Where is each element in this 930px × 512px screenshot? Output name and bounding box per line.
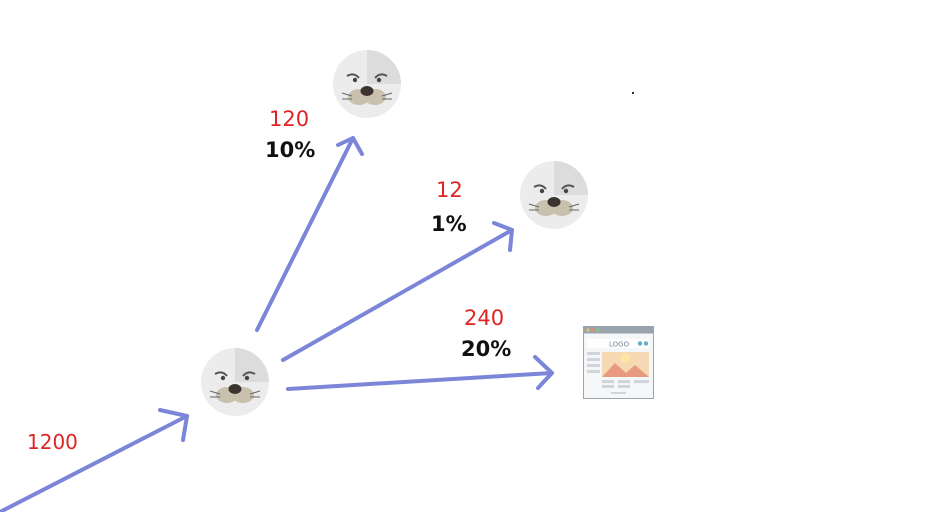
seal-top-count-label: 120 [269, 107, 310, 131]
seal-mid-percent-label: 1% [431, 212, 467, 236]
stray-dot [632, 92, 634, 94]
webpage-logo-text: LOGO [609, 341, 630, 349]
seal-face-icon [520, 161, 588, 229]
webpage-count-label: 240 [464, 306, 505, 330]
arrow-input-to-center [0, 408, 189, 512]
arrow-center-to-seal-top [255, 136, 364, 332]
seal-mid-count-label: 12 [436, 178, 463, 202]
arrow-center-to-webpage [286, 355, 554, 391]
input-count-label: 1200 [27, 430, 78, 454]
seal-top-percent-label: 10% [265, 138, 316, 162]
arrows-layer [0, 136, 554, 512]
seal-face-icon [333, 50, 401, 118]
webpage-percent-label: 20% [461, 337, 512, 361]
flow-diagram: LOGO 1200 120 10% 12 1% 240 20% [0, 0, 930, 512]
webpage-logo-icon: LOGO [583, 326, 654, 399]
seal-face-icon [201, 348, 269, 416]
